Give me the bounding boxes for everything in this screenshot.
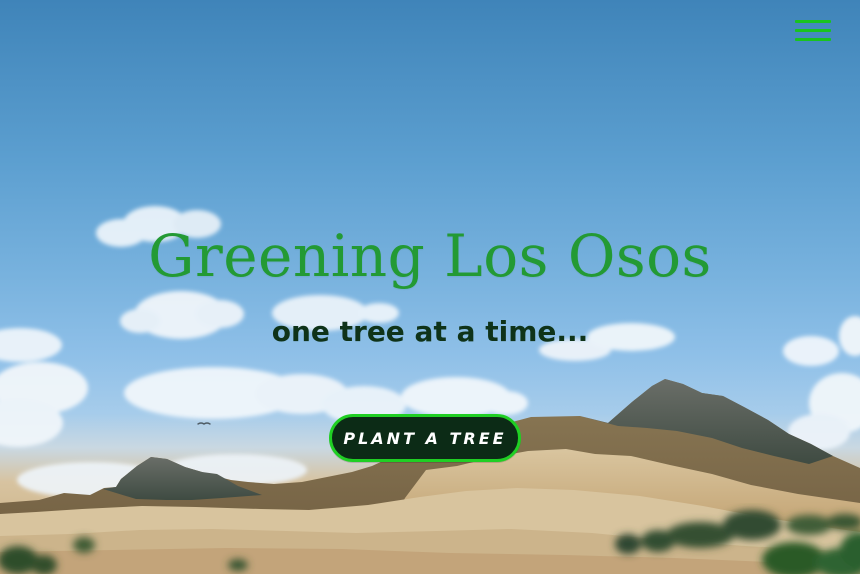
plant-a-tree-button[interactable]: PLANT A TREE: [329, 414, 521, 462]
page-title: Greening Los Osos: [148, 222, 712, 290]
menu-bar-icon-3: [795, 38, 831, 41]
hero-section: Greening Los Osos one tree at a time... …: [0, 0, 860, 574]
bird-icon: [197, 422, 211, 425]
hamburger-menu-icon[interactable]: [795, 20, 831, 42]
menu-bar-icon-1: [795, 20, 831, 23]
menu-bar-icon-2: [795, 29, 831, 32]
page-subtitle: one tree at a time...: [271, 315, 589, 348]
